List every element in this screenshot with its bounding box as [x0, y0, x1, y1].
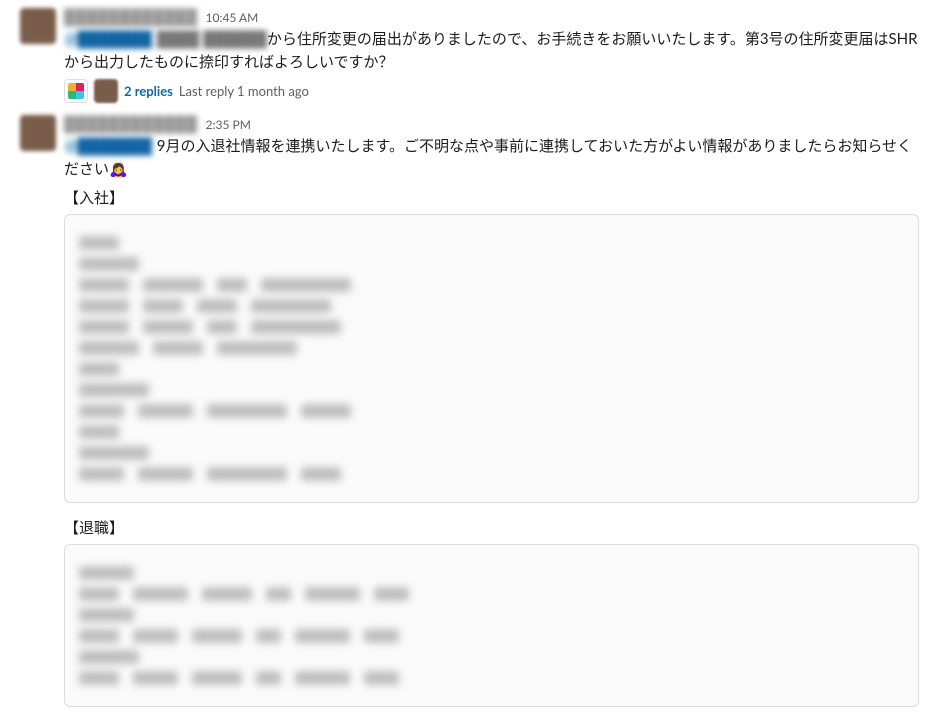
message-header: ████████████ 2:35 PM	[64, 115, 919, 133]
section-label-leaving: 【退職】	[64, 517, 919, 538]
username[interactable]: ████████████	[64, 8, 198, 26]
message-header: ████████████ 10:45 AM	[64, 8, 919, 26]
timestamp[interactable]: 10:45 AM	[206, 10, 259, 25]
thread-summary[interactable]: 2 replies Last reply 1 month ago	[64, 79, 919, 103]
message-text: @███████ 9月の入退社情報を連携いたします。ご不明な点や事前に連携してお…	[64, 135, 919, 181]
bow-emoji: 🙇‍♀️	[109, 158, 128, 181]
thread-avatar-icon	[64, 79, 88, 103]
message-content: 9月の入退社情報を連携いたします。ご不明な点や事前に連携しておいた方がよい情報が…	[64, 137, 912, 178]
avatar[interactable]	[20, 8, 56, 44]
message-body: ████████████ 2:35 PM @███████ 9月の入退社情報を連…	[64, 115, 919, 721]
attachment-leaving[interactable]	[64, 544, 919, 707]
attachment-joining[interactable]	[64, 214, 919, 503]
message: ████████████ 10:45 AM @███████ ████ ████…	[0, 0, 939, 107]
message-body: ████████████ 10:45 AM @███████ ████ ████…	[64, 8, 919, 103]
section-label-joining: 【入社】	[64, 187, 919, 208]
reply-count[interactable]: 2 replies	[124, 83, 173, 99]
last-reply-time: Last reply 1 month ago	[179, 83, 309, 99]
mention[interactable]: @███████	[64, 30, 153, 48]
mention[interactable]: @███████	[64, 137, 153, 155]
thread-avatar	[94, 79, 118, 103]
timestamp[interactable]: 2:35 PM	[206, 117, 251, 132]
username[interactable]: ████████████	[64, 115, 198, 133]
message: ████████████ 2:35 PM @███████ 9月の入退社情報を連…	[0, 107, 939, 725]
message-text: @███████ ████ ██████から住所変更の届出がありましたので、お手…	[64, 28, 919, 73]
avatar[interactable]	[20, 115, 56, 151]
redacted-text: ████ ██████	[157, 30, 267, 48]
